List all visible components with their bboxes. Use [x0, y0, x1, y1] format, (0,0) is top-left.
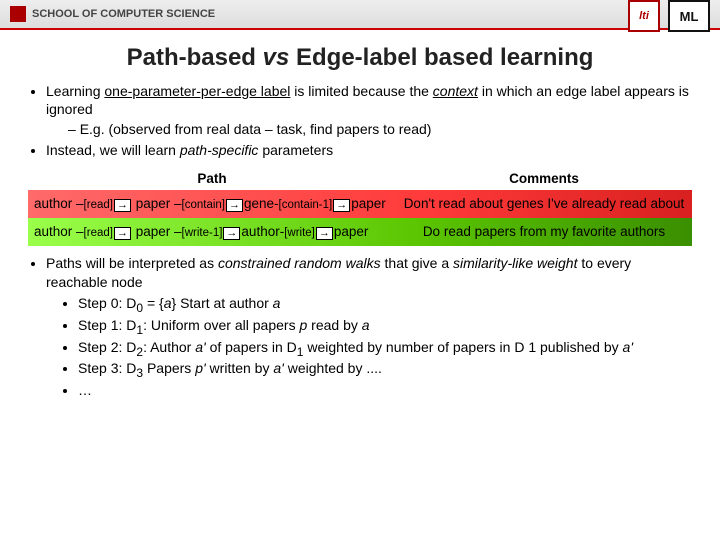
arrow-right-icon: → — [333, 199, 350, 212]
title-post: Edge-label based learning — [289, 44, 593, 71]
arrow-right-icon: → — [226, 199, 243, 212]
step-ellipsis: … — [78, 381, 692, 400]
title-vs: vs — [263, 44, 290, 71]
bullet-1: Learning one-parameter-per-edge label is… — [46, 82, 692, 139]
r2-t1: author – — [34, 224, 84, 239]
ml-logo-icon: ML — [668, 0, 710, 32]
intro-bullets: Learning one-parameter-per-edge label is… — [28, 82, 692, 159]
table-row: author –[read]→ paper –[write-1]→author-… — [28, 218, 692, 246]
walk-intro-mid: that give a — [381, 255, 453, 271]
arrow-right-icon: → — [316, 227, 333, 240]
bullet-1-sub: E.g. (observed from real data – task, fi… — [46, 120, 692, 138]
header-left: SCHOOL OF COMPUTER SCIENCE — [10, 6, 215, 22]
step-3: Step 3: D3 Papers p' written by a' weigh… — [78, 359, 692, 381]
r1-t3: gene- — [244, 196, 279, 211]
walk-intro-i2: similarity-like weight — [453, 255, 577, 271]
step-2: Step 2: D2: Author a' of papers in D1 we… — [78, 338, 692, 360]
walk-bullets: Paths will be interpreted as constrained… — [28, 254, 692, 401]
table-header-row: Path Comments — [28, 167, 692, 190]
walk-intro-i1: constrained random walks — [218, 255, 381, 271]
comment-cell-1: Don't read about genes I've already read… — [396, 190, 692, 218]
r1-rel1: [read] — [84, 199, 113, 211]
path-cell-1: author –[read]→ paper –[contain]→gene-[c… — [28, 190, 396, 218]
arrow-right-icon: → — [114, 199, 131, 212]
walk-intro: Paths will be interpreted as constrained… — [46, 254, 692, 401]
r2-t4: paper — [334, 224, 369, 239]
title-pre: Path-based — [127, 44, 263, 71]
path-cell-2: author –[read]→ paper –[write-1]→author-… — [28, 218, 396, 246]
cmu-logo-icon — [10, 6, 26, 22]
arrow-right-icon: → — [114, 227, 131, 240]
step-0: Step 0: D0 = {a} Start at author a — [78, 294, 692, 316]
b2-post: parameters — [258, 142, 333, 158]
r2-t2: paper – — [132, 224, 182, 239]
step-1: Step 1: D1: Uniform over all papers p re… — [78, 316, 692, 338]
slide: SCHOOL OF COMPUTER SCIENCE lti ML Path-b… — [0, 0, 720, 540]
r2-rel1: [read] — [84, 227, 113, 239]
header-bar: SCHOOL OF COMPUTER SCIENCE lti ML — [0, 0, 720, 30]
header-right: lti ML — [628, 0, 710, 30]
th-comments: Comments — [396, 167, 692, 190]
table-row: author –[read]→ paper –[contain]→gene-[c… — [28, 190, 692, 218]
bullet-1-sub-1: E.g. (observed from real data – task, fi… — [68, 120, 692, 138]
r2-t3: author- — [241, 224, 284, 239]
r1-rel3: [contain-1] — [279, 199, 333, 211]
walk-steps: Step 0: D0 = {a} Start at author a Step … — [46, 294, 692, 401]
b2-pre: Instead, we will learn — [46, 142, 180, 158]
arrow-right-icon: → — [223, 227, 240, 240]
b1-underline: one-parameter-per-edge label — [104, 83, 290, 99]
walk-intro-pre: Paths will be interpreted as — [46, 255, 218, 271]
slide-title: Path-based vs Edge-label based learning — [0, 44, 720, 72]
r1-t1: author – — [34, 196, 84, 211]
r1-t2: paper – — [132, 196, 182, 211]
r1-rel2: [contain] — [182, 199, 225, 211]
content-area: Learning one-parameter-per-edge label is… — [0, 82, 720, 400]
comment-cell-2: Do read papers from my favorite authors — [396, 218, 692, 246]
lti-logo-icon: lti — [628, 0, 660, 32]
b1-context: context — [433, 83, 478, 99]
school-name: SCHOOL OF COMPUTER SCIENCE — [32, 8, 215, 20]
b1-mid: is limited because the — [290, 83, 432, 99]
b2-ital: path-specific — [180, 142, 259, 158]
r2-rel3: [write] — [284, 227, 315, 239]
r2-rel2: [write-1] — [182, 227, 223, 239]
r1-t4: paper — [351, 196, 386, 211]
bullet-2: Instead, we will learn path-specific par… — [46, 141, 692, 159]
path-table: Path Comments author –[read]→ paper –[co… — [28, 167, 692, 246]
th-path: Path — [28, 167, 396, 190]
b1-pre: Learning — [46, 83, 104, 99]
